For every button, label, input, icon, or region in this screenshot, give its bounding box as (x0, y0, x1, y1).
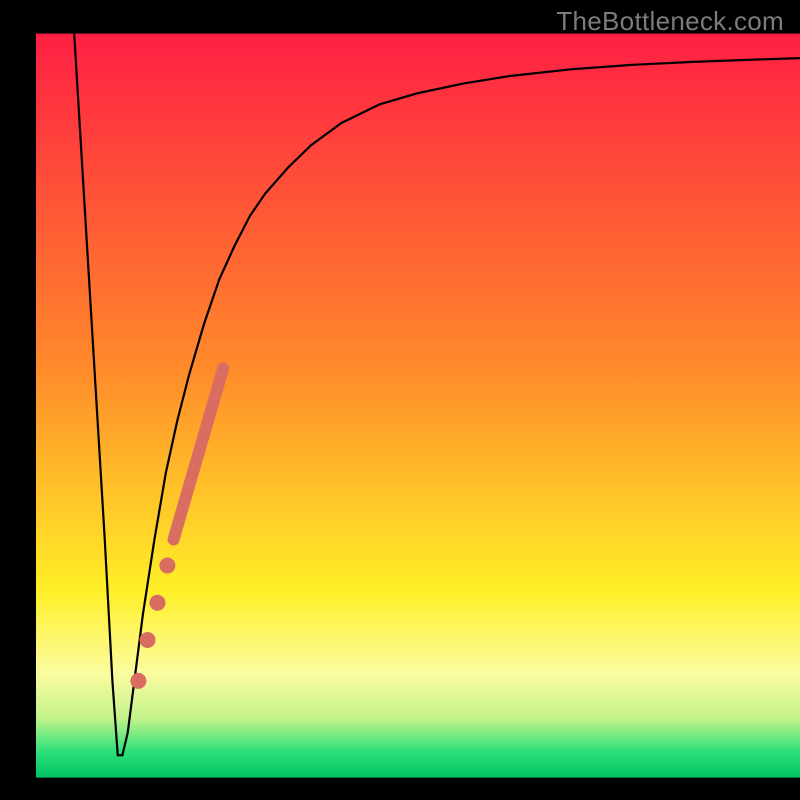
chart-gradient-bg (36, 34, 800, 778)
bottleneck-chart (0, 0, 800, 800)
point-highlight-dots-0 (159, 558, 175, 574)
point-highlight-dots-2 (140, 632, 156, 648)
chart-container: TheBottleneck.com (0, 0, 800, 800)
watermark-label: TheBottleneck.com (556, 6, 784, 37)
point-highlight-dots-3 (130, 673, 146, 689)
point-highlight-dots-1 (149, 595, 165, 611)
